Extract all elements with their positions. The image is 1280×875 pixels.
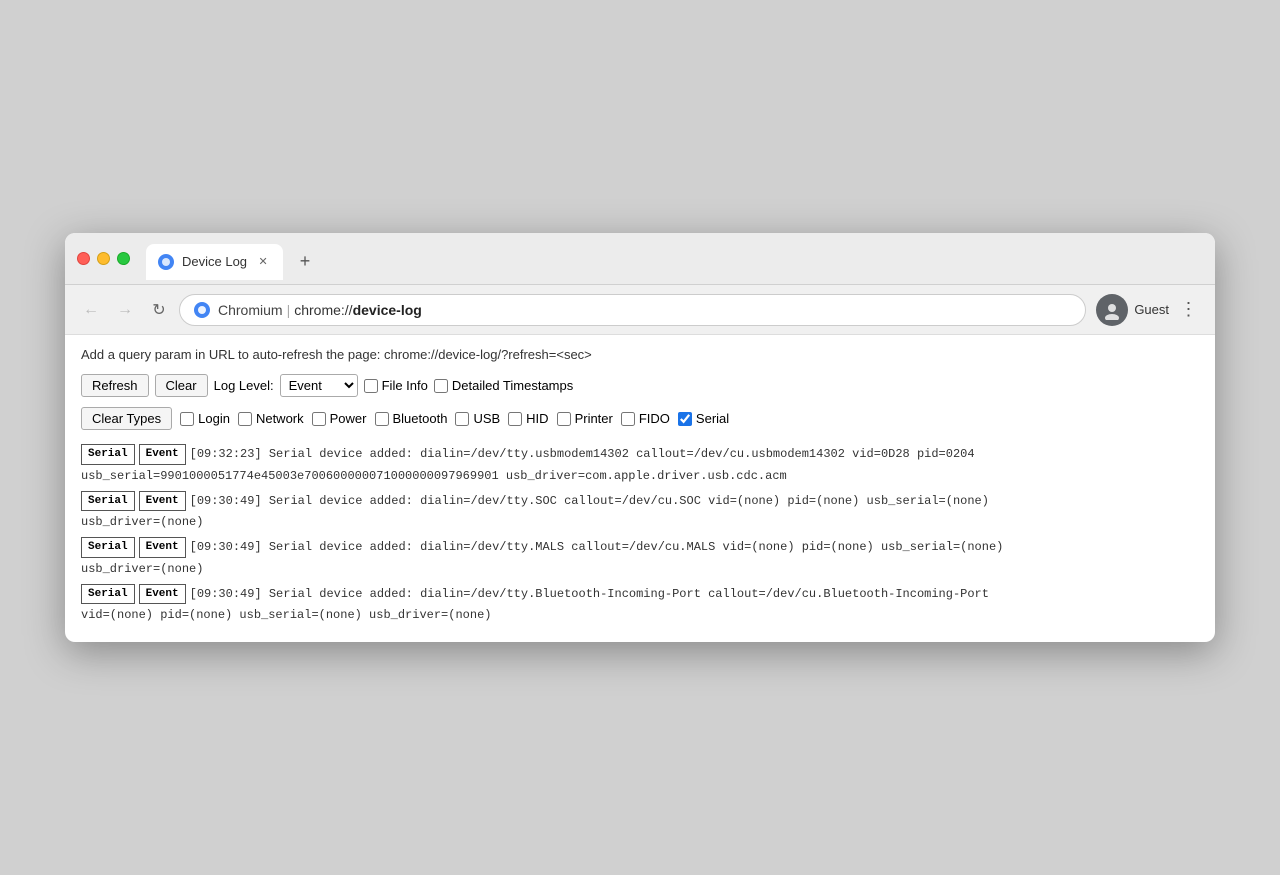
log-message: [09:32:23] Serial device added: dialin=/…	[190, 445, 975, 463]
log-message: [09:30:49] Serial device added: dialin=/…	[190, 492, 989, 510]
login-filter-label[interactable]: Login	[180, 411, 230, 426]
address-bar: ← → ↻ Chromium | chrome://device-log Gue…	[65, 285, 1215, 335]
usb-label: USB	[473, 411, 500, 426]
network-label: Network	[256, 411, 304, 426]
log-entry-header: Serial Event [09:30:49] Serial device ad…	[81, 584, 1199, 605]
bluetooth-filter-label[interactable]: Bluetooth	[375, 411, 448, 426]
power-checkbox[interactable]	[312, 412, 326, 426]
back-button[interactable]: ←	[77, 296, 105, 324]
hint-text: Add a query param in URL to auto-refresh…	[81, 347, 1199, 362]
serial-label: Serial	[696, 411, 729, 426]
file-info-label: File Info	[382, 378, 428, 393]
site-icon	[194, 302, 210, 318]
usb-checkbox[interactable]	[455, 412, 469, 426]
type-tag: Serial	[81, 444, 135, 465]
log-message-continuation: usb_driver=(none)	[81, 513, 1199, 531]
filter-bar: Clear Types Login Network Power Bluetoot…	[81, 407, 1199, 430]
bluetooth-checkbox[interactable]	[375, 412, 389, 426]
hid-label: HID	[526, 411, 548, 426]
event-tag: Event	[139, 584, 186, 605]
printer-label: Printer	[575, 411, 613, 426]
usb-filter-label[interactable]: USB	[455, 411, 500, 426]
fido-filter-label[interactable]: FIDO	[621, 411, 670, 426]
page-content: Add a query param in URL to auto-refresh…	[65, 335, 1215, 642]
network-filter-label[interactable]: Network	[238, 411, 304, 426]
login-label: Login	[198, 411, 230, 426]
clear-button[interactable]: Clear	[155, 374, 208, 397]
detailed-timestamps-checkbox-label[interactable]: Detailed Timestamps	[434, 378, 573, 393]
close-button[interactable]	[77, 252, 90, 265]
fido-checkbox[interactable]	[621, 412, 635, 426]
browser-window: Device Log ✕ + ← → ↻ Chromium | chrome:/…	[65, 233, 1215, 642]
log-level-label: Log Level:	[214, 378, 274, 393]
refresh-button[interactable]: Refresh	[81, 374, 149, 397]
event-tag: Event	[139, 537, 186, 558]
minimize-button[interactable]	[97, 252, 110, 265]
hid-filter-label[interactable]: HID	[508, 411, 548, 426]
menu-button[interactable]: ⋮	[1175, 296, 1203, 324]
serial-checkbox[interactable]	[678, 412, 692, 426]
serial-filter-label[interactable]: Serial	[678, 411, 729, 426]
hid-checkbox[interactable]	[508, 412, 522, 426]
login-checkbox[interactable]	[180, 412, 194, 426]
active-tab[interactable]: Device Log ✕	[146, 244, 283, 280]
log-entry: Serial Event [09:30:49] Serial device ad…	[81, 491, 1199, 532]
file-info-checkbox-label[interactable]: File Info	[364, 378, 428, 393]
log-message-continuation: vid=(none) pid=(none) usb_serial=(none) …	[81, 606, 1199, 624]
log-entry: Serial Event [09:30:49] Serial device ad…	[81, 537, 1199, 578]
log-entries: Serial Event [09:32:23] Serial device ad…	[81, 444, 1199, 624]
log-message: [09:30:49] Serial device added: dialin=/…	[190, 585, 989, 603]
tab-title: Device Log	[182, 254, 247, 269]
event-tag: Event	[139, 491, 186, 512]
tab-close-button[interactable]: ✕	[255, 254, 271, 270]
reload-button[interactable]: ↻	[145, 296, 173, 324]
type-tag: Serial	[81, 584, 135, 605]
type-tag: Serial	[81, 537, 135, 558]
log-level-select[interactable]: Event Debug Info Warning Error	[280, 374, 358, 397]
network-checkbox[interactable]	[238, 412, 252, 426]
url-path: device-log	[353, 302, 422, 318]
power-filter-label[interactable]: Power	[312, 411, 367, 426]
traffic-lights	[77, 252, 130, 265]
url-separator: |	[287, 302, 291, 318]
type-tag: Serial	[81, 491, 135, 512]
log-message: [09:30:49] Serial device added: dialin=/…	[190, 538, 1004, 556]
forward-button[interactable]: →	[111, 296, 139, 324]
maximize-button[interactable]	[117, 252, 130, 265]
log-message-continuation: usb_serial=9901000051774e45003e700600000…	[81, 467, 1199, 485]
printer-checkbox[interactable]	[557, 412, 571, 426]
log-entry-header: Serial Event [09:32:23] Serial device ad…	[81, 444, 1199, 465]
event-tag: Event	[139, 444, 186, 465]
clear-types-button[interactable]: Clear Types	[81, 407, 172, 430]
log-entry: Serial Event [09:32:23] Serial device ad…	[81, 444, 1199, 485]
site-name: Chromium	[218, 302, 283, 318]
log-message-continuation: usb_driver=(none)	[81, 560, 1199, 578]
url-text: Chromium | chrome://device-log	[218, 302, 422, 318]
printer-filter-label[interactable]: Printer	[557, 411, 613, 426]
titlebar: Device Log ✕ +	[65, 233, 1215, 285]
log-entry-header: Serial Event [09:30:49] Serial device ad…	[81, 491, 1199, 512]
url-prefix: chrome://	[294, 302, 352, 318]
power-label: Power	[330, 411, 367, 426]
detailed-timestamps-checkbox[interactable]	[434, 379, 448, 393]
log-entry: Serial Event [09:30:49] Serial device ad…	[81, 584, 1199, 625]
bluetooth-label: Bluetooth	[393, 411, 448, 426]
new-tab-button[interactable]: +	[291, 248, 319, 276]
fido-label: FIDO	[639, 411, 670, 426]
profile-label: Guest	[1134, 302, 1169, 317]
profile-area: Guest ⋮	[1096, 294, 1203, 326]
url-bar[interactable]: Chromium | chrome://device-log	[179, 294, 1086, 326]
tab-favicon	[158, 254, 174, 270]
file-info-checkbox[interactable]	[364, 379, 378, 393]
toolbar: Refresh Clear Log Level: Event Debug Inf…	[81, 374, 1199, 397]
profile-icon[interactable]	[1096, 294, 1128, 326]
detailed-timestamps-label: Detailed Timestamps	[452, 378, 573, 393]
log-entry-header: Serial Event [09:30:49] Serial device ad…	[81, 537, 1199, 558]
